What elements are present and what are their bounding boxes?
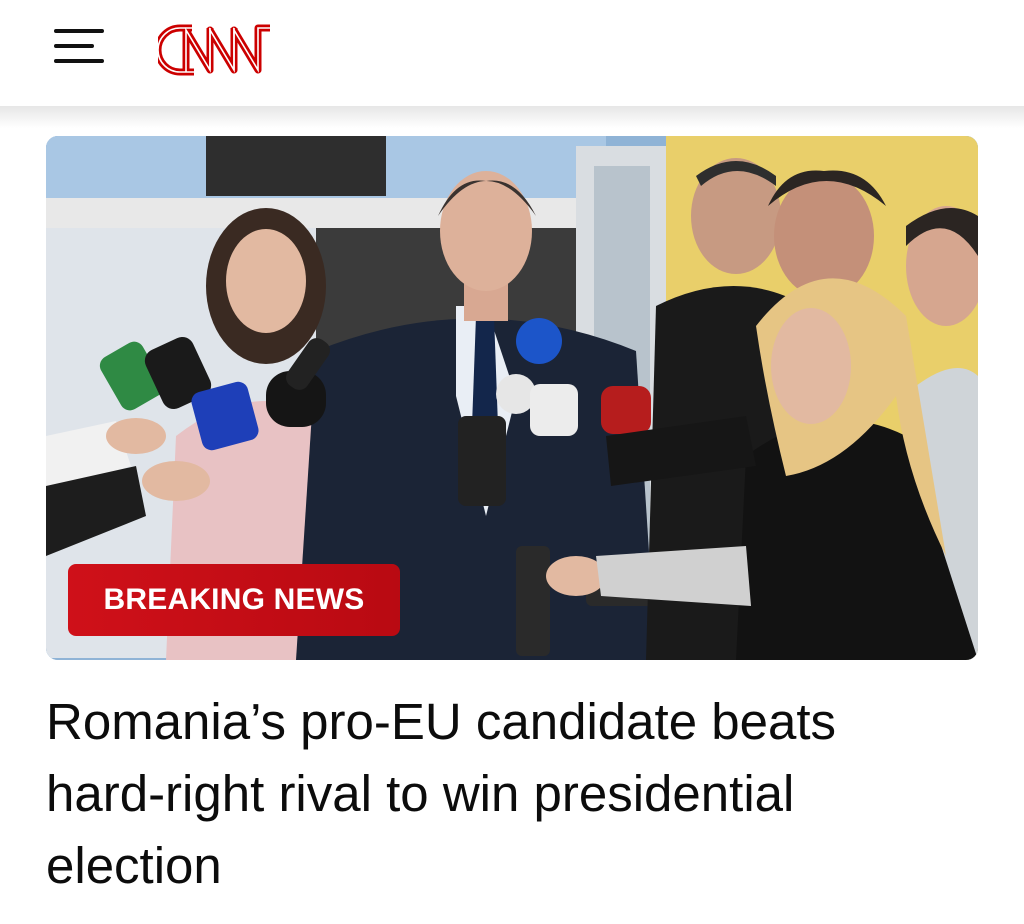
cnn-logo[interactable] bbox=[158, 16, 292, 84]
breaking-news-badge: BREAKING NEWS bbox=[68, 564, 400, 636]
top-bar bbox=[0, 0, 1024, 106]
article-headline[interactable]: Romania’s pro-EU candidate beats hard-ri… bbox=[46, 686, 946, 902]
hamburger-menu-icon[interactable] bbox=[54, 26, 106, 66]
header-shadow bbox=[0, 106, 1024, 128]
